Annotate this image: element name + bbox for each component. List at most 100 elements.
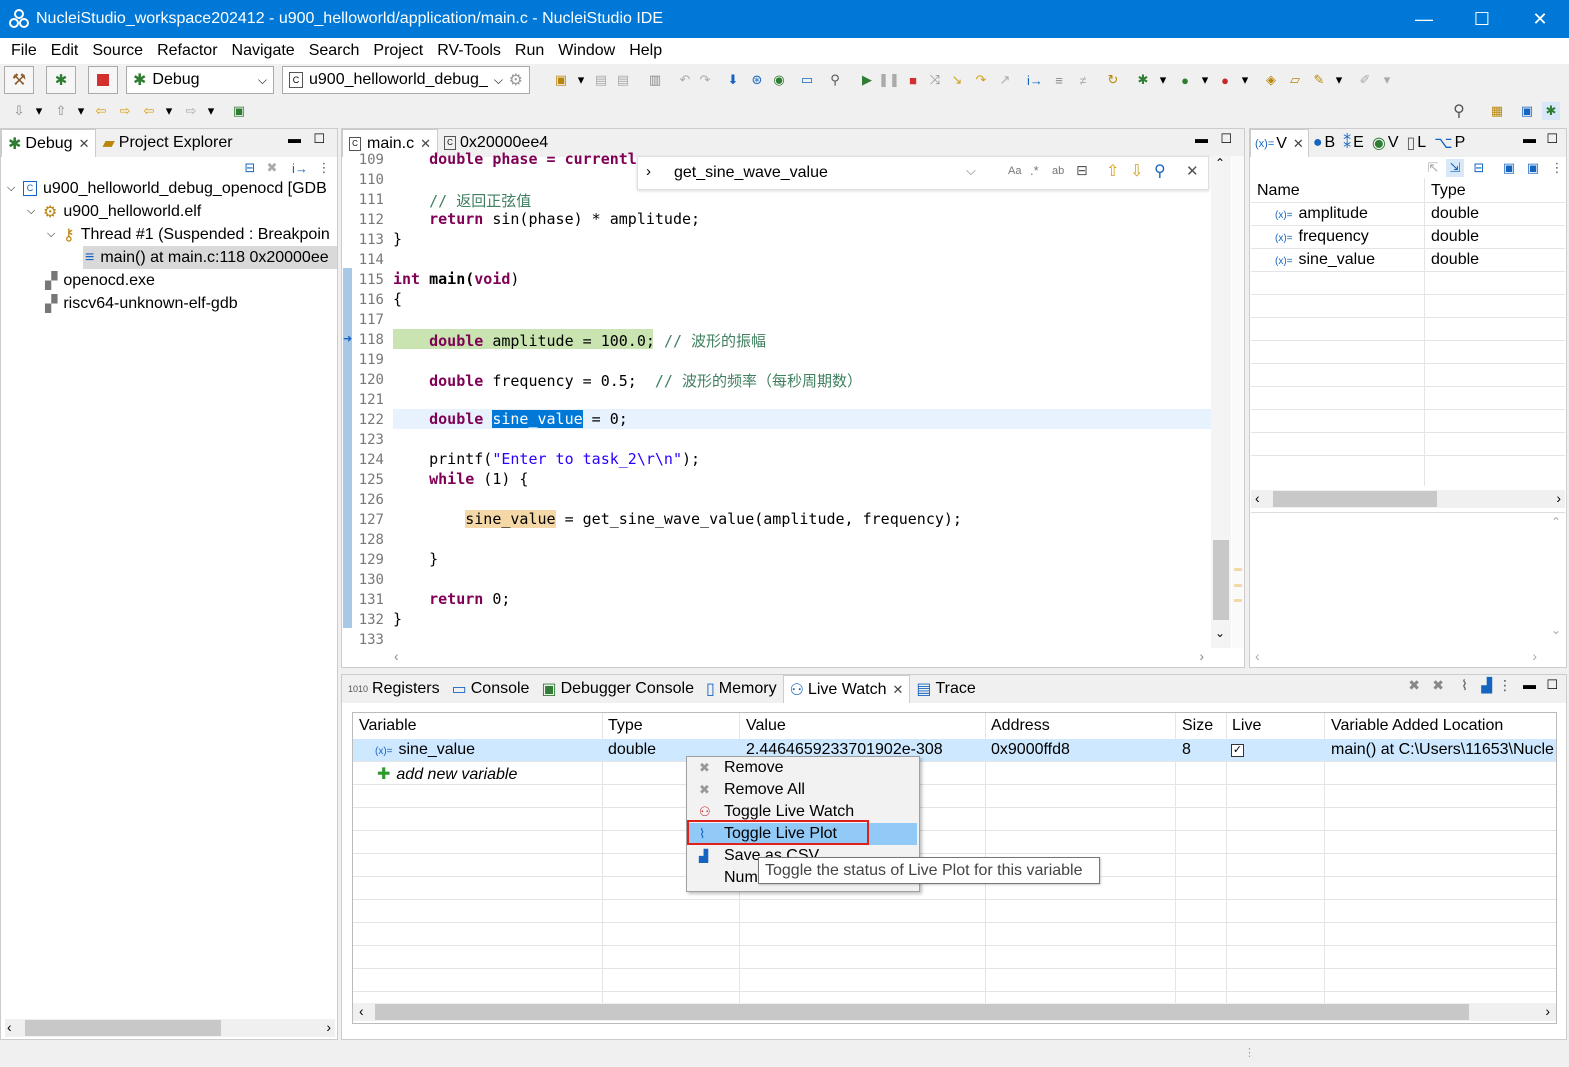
scroll-down-icon[interactable]: ⌄ xyxy=(1551,623,1561,637)
close-button[interactable]: ✕ xyxy=(1511,0,1569,38)
bug-icon[interactable]: ✱ xyxy=(1134,71,1152,89)
scroll-down-icon[interactable]: ⌄ xyxy=(1215,626,1225,640)
tab-trace[interactable]: ▤ Trace xyxy=(910,675,981,703)
instruction-step-icon[interactable]: i→ xyxy=(1026,71,1044,89)
pin-editor-icon[interactable]: ▣ xyxy=(230,102,248,120)
scroll-right-icon[interactable]: › xyxy=(1532,648,1537,664)
code-line-111[interactable]: // 返回正弦值 xyxy=(393,190,531,211)
undo-icon[interactable]: ↶ xyxy=(676,71,694,89)
scroll-left-icon[interactable]: ‹ xyxy=(359,1003,364,1019)
tree-item-launch[interactable]: ⌵ C u900_helloworld_debug_openocd [GDB xyxy=(7,177,327,200)
chevron-down-icon[interactable]: ▾ xyxy=(72,102,90,120)
live-watch-horizontal-scrollbar[interactable]: ‹ › xyxy=(353,1003,1556,1021)
view-menu-icon[interactable]: ⋮ xyxy=(1498,677,1512,694)
code-line-122[interactable]: double sine_value = 0; xyxy=(393,410,628,428)
remove-global-icon[interactable]: ▣ xyxy=(1524,159,1542,177)
editor-horizontal-scrollbar[interactable]: ‹ › xyxy=(392,648,1210,666)
maximize-view-icon[interactable]: ☐ xyxy=(1220,131,1232,147)
scroll-left-icon[interactable]: ‹ xyxy=(1255,490,1260,506)
close-icon[interactable]: ✕ xyxy=(892,682,903,698)
code-line-113[interactable]: } xyxy=(393,230,402,248)
suspend-icon[interactable]: ❚❚ xyxy=(878,71,900,89)
tab-variables[interactable]: (x)= V ✕ xyxy=(1250,129,1309,157)
menu-navigate[interactable]: Navigate xyxy=(225,42,302,60)
horizontal-scrollbar[interactable]: ‹ › xyxy=(5,1019,335,1037)
save-all-icon[interactable]: ▤ xyxy=(614,71,632,89)
open-perspective-icon[interactable]: ▦ xyxy=(1488,102,1506,120)
step-return-icon[interactable]: ↗ xyxy=(996,71,1014,89)
resume-icon[interactable]: ▶ xyxy=(858,71,876,89)
tool-icon[interactable]: ⚲ xyxy=(826,71,844,89)
scroll-left-icon[interactable]: ‹ xyxy=(7,1019,12,1035)
menu-window[interactable]: Window xyxy=(551,42,622,60)
tab-debug[interactable]: ✱ Debug ✕ xyxy=(1,129,97,157)
code-line-127[interactable]: sine_value = get_sine_wave_value(amplitu… xyxy=(393,510,962,528)
minimize-view-icon[interactable]: ▬ xyxy=(288,131,301,146)
tab-project-explorer[interactable]: ▰ Project Explorer xyxy=(96,129,238,157)
cpp-perspective-icon[interactable]: ▣ xyxy=(1518,102,1536,120)
arrow-down-icon[interactable]: ⇩ xyxy=(1130,161,1143,181)
menu-project[interactable]: Project xyxy=(366,42,430,60)
menu-search[interactable]: Search xyxy=(302,42,367,60)
menu-file[interactable]: File xyxy=(4,42,44,60)
instruction-step-icon[interactable]: i→ xyxy=(291,159,309,177)
watch-variable-cell[interactable]: (x)= sine_value xyxy=(375,741,475,759)
variables-horizontal-scrollbar[interactable]: ‹ › xyxy=(1251,490,1565,508)
menu-help[interactable]: Help xyxy=(622,42,669,60)
variable-row[interactable]: (x)= sine_value xyxy=(1275,251,1375,269)
scrollbar-thumb[interactable] xyxy=(1213,540,1229,620)
column-header-size[interactable]: Size xyxy=(1182,717,1213,735)
open-folder-icon[interactable]: ▱ xyxy=(1286,71,1304,89)
chevron-down-icon[interactable]: ▾ xyxy=(1154,71,1172,89)
save-csv-icon[interactable]: ▟ xyxy=(1481,677,1492,694)
run-icon[interactable]: ● xyxy=(1176,71,1194,89)
whole-word-icon[interactable]: ab xyxy=(1052,165,1064,177)
detail-horizontal-scrollbar[interactable]: ‹ › xyxy=(1251,648,1565,666)
case-sensitive-icon[interactable]: Aa xyxy=(1008,165,1021,177)
chevron-down-icon[interactable]: ▾ xyxy=(202,102,220,120)
code-line-124[interactable]: printf("Enter to task_2\r\n"); xyxy=(393,450,700,468)
back-icon[interactable]: ⇦ xyxy=(140,102,158,120)
editor-vertical-scrollbar[interactable]: ⌃ ⌄ xyxy=(1211,156,1231,648)
external-tools-icon[interactable]: ● xyxy=(1216,71,1234,89)
monitor-icon[interactable]: ▭ xyxy=(798,71,816,89)
stop-button[interactable] xyxy=(88,66,118,94)
column-header-type[interactable]: Type xyxy=(608,717,643,735)
variable-row[interactable]: (x)= amplitude xyxy=(1275,205,1368,223)
menu-refactor[interactable]: Refactor xyxy=(150,42,224,60)
chevron-down-icon[interactable]: ▾ xyxy=(30,102,48,120)
scroll-left-icon[interactable]: ‹ xyxy=(1255,648,1260,664)
scroll-up-icon[interactable]: ⌃ xyxy=(1215,156,1225,170)
menu-edit[interactable]: Edit xyxy=(44,42,86,60)
menu-run[interactable]: Run xyxy=(508,42,551,60)
chevron-down-icon[interactable]: ▾ xyxy=(572,71,590,89)
scroll-right-icon[interactable]: › xyxy=(1199,648,1204,664)
menu-item-remove[interactable]: ✖ Remove xyxy=(689,757,917,779)
variable-detail-pane[interactable]: ⌃ ⌄ xyxy=(1251,512,1565,648)
add-new-variable[interactable]: ✚ add new variable xyxy=(377,764,517,784)
minimize-view-icon[interactable]: ▬ xyxy=(1195,131,1208,146)
prev-annotation-icon[interactable]: ⇧ xyxy=(52,102,70,120)
load-icon[interactable]: ⬇ xyxy=(724,71,742,89)
tab-breakpoints[interactable]: ● B xyxy=(1309,129,1339,157)
maximize-view-icon[interactable]: ☐ xyxy=(1546,131,1558,147)
code-line-109[interactable]: double phase = currentl xyxy=(393,150,637,168)
tab-libraries[interactable]: ▯ L xyxy=(1402,129,1430,157)
tab-visualizer[interactable]: ◉ V xyxy=(1368,129,1403,157)
code-line-118[interactable]: double amplitude = 100.0; // 波形的振幅 xyxy=(393,330,766,351)
code-line-120[interactable]: double frequency = 0.5; // 波形的频率（每秒周期数） xyxy=(393,370,862,391)
forward-icon[interactable]: ⇨ xyxy=(182,102,200,120)
scroll-right-icon[interactable]: › xyxy=(326,1019,331,1035)
menu-item-remove-all[interactable]: ✖ Remove All xyxy=(689,779,917,801)
tree-item-stack-frame[interactable]: ≡ main() at main.c:118 0x20000ee xyxy=(83,246,337,269)
column-header-variable[interactable]: Variable xyxy=(359,717,417,735)
minimize-button[interactable]: — xyxy=(1395,0,1453,38)
forward-edit-icon[interactable]: ⇨ xyxy=(116,102,134,120)
collapse-all-icon[interactable]: ⊟ xyxy=(1470,159,1488,177)
in-selection-icon[interactable]: ⊟ xyxy=(1076,162,1088,179)
close-icon[interactable]: ✕ xyxy=(1293,136,1304,152)
column-header-address[interactable]: Address xyxy=(991,717,1050,735)
chevron-down-icon[interactable]: ▾ xyxy=(1236,71,1254,89)
history-dropdown-icon[interactable]: ⌵ xyxy=(966,163,976,179)
tree-item-elf[interactable]: ⌵ ⚙ u900_helloworld.elf xyxy=(27,200,201,223)
